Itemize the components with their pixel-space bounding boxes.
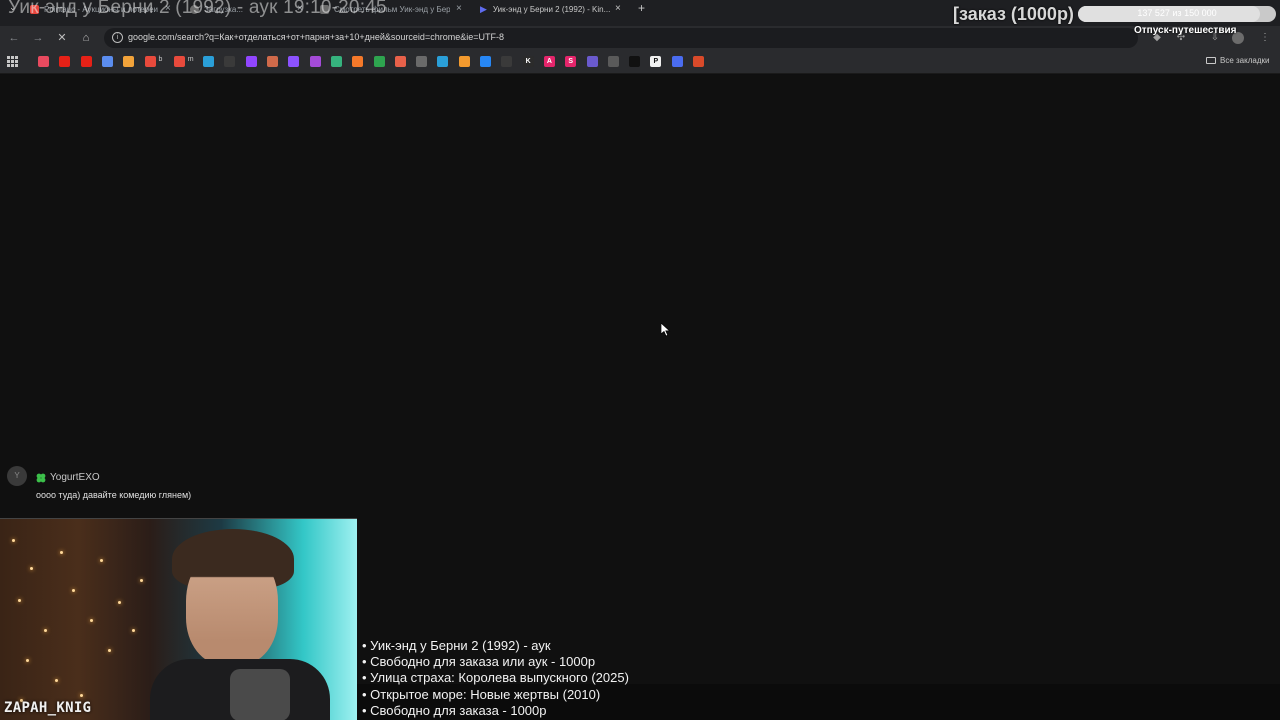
- clover-badge-icon: [36, 473, 46, 483]
- play-icon: ▶: [480, 3, 487, 14]
- youtube-icon[interactable]: [59, 56, 71, 67]
- all-bookmarks-label: Все закладки: [1220, 56, 1270, 65]
- light-dot: [18, 599, 21, 602]
- twitch-icon[interactable]: [245, 56, 257, 67]
- streamer-face: [186, 547, 278, 665]
- browser-toolbar: ← → ✕ ⌂ i google.com/search?q=Как+отдела…: [0, 26, 1280, 50]
- vk-icon[interactable]: [480, 56, 491, 67]
- edge-icon[interactable]: [203, 56, 215, 67]
- k-icon[interactable]: K: [522, 56, 534, 67]
- new-tab-plus-icon[interactable]: +: [638, 1, 645, 15]
- chat-icon[interactable]: [437, 56, 449, 67]
- sheets-icon[interactable]: [373, 56, 385, 67]
- queue-item: • Уик-энд у Берни 2 (1992) - аук: [362, 638, 551, 653]
- back-arrow-icon[interactable]: ←: [6, 30, 22, 46]
- light-dot: [118, 601, 121, 604]
- chat-username: YogurtEXO: [50, 472, 100, 483]
- queue-item: • Свободно для заказа или аук - 1000р: [362, 654, 596, 670]
- play-icon[interactable]: [629, 56, 641, 67]
- light-dot: [100, 559, 103, 562]
- chat-message: оооо туда) давайте комедию глянем): [36, 490, 192, 500]
- folder-icon: [1206, 57, 1216, 64]
- app-icon[interactable]: [101, 56, 113, 67]
- light-dot: [132, 629, 135, 632]
- queue-item: • Свободно для заказа - 1000р: [362, 702, 547, 718]
- s-icon[interactable]: S: [565, 56, 577, 67]
- bookmark-label[interactable]: m: [188, 56, 194, 63]
- a-icon[interactable]: A: [543, 56, 555, 67]
- address-bar[interactable]: i google.com/search?q=Как+отделаться+от+…: [104, 28, 1138, 48]
- all-bookmarks-button[interactable]: Все закладки: [1206, 56, 1269, 65]
- tab-label: Уик-энд у Берни 2 (1992) - Kin...: [492, 4, 610, 14]
- donation-icon[interactable]: [394, 56, 406, 67]
- puzzle-icon[interactable]: [330, 56, 342, 67]
- apps-grid-icon[interactable]: [7, 56, 18, 67]
- webcam-feed: [0, 518, 357, 720]
- envelope-icon[interactable]: [123, 56, 135, 67]
- vk-play-icon[interactable]: [501, 56, 513, 67]
- donation-goal-bar: 137 527 из 150 000: [1078, 6, 1276, 22]
- close-icon[interactable]: ×: [615, 3, 621, 14]
- mail-icon[interactable]: [38, 56, 49, 67]
- home-icon[interactable]: ⌂: [78, 30, 94, 46]
- goal-name: Отпуск-путешествия: [1134, 25, 1237, 36]
- stream-title-overlay: Уик-энд у Берни 2 (1992) - аук 19:10-20:…: [8, 0, 387, 18]
- tab-kinopoisk[interactable]: ▶ Уик-энд у Берни 2 (1992) - Kin...: [480, 0, 610, 18]
- goal-progress-text: 137 527 из 150 000: [1137, 8, 1217, 18]
- order-price-overlay: [заказ (1000р): [953, 4, 1074, 24]
- square-icon[interactable]: [693, 56, 704, 67]
- light-dot: [12, 539, 15, 542]
- calendar-icon[interactable]: [416, 56, 428, 67]
- microphone: [230, 669, 290, 720]
- light-dot: [44, 629, 47, 632]
- p-icon[interactable]: P: [650, 56, 662, 67]
- star-icon[interactable]: [224, 56, 236, 67]
- circle-icon[interactable]: [288, 56, 300, 67]
- blog-icon[interactable]: [309, 56, 321, 67]
- c-icon[interactable]: [671, 56, 683, 67]
- feather-icon[interactable]: [267, 56, 278, 67]
- chat-avatar: Y: [7, 466, 27, 486]
- close-icon[interactable]: ×: [456, 3, 462, 14]
- shield-icon[interactable]: [586, 56, 598, 67]
- gmail-icon[interactable]: [173, 56, 185, 67]
- bookmark-label[interactable]: b: [159, 56, 163, 63]
- light-dot: [90, 619, 93, 622]
- light-dot: [72, 589, 75, 592]
- url-text[interactable]: google.com/search?q=Как+отделаться+от+па…: [128, 32, 504, 42]
- bookmarks-bar: b m KAS P Все закладки: [0, 50, 1280, 74]
- info-icon[interactable]: i: [112, 32, 123, 43]
- streamer-name: ZAPAH_KNIG: [4, 700, 92, 716]
- youtube-music-icon[interactable]: [80, 56, 92, 67]
- light-dot: [140, 579, 143, 582]
- menu-dots-icon[interactable]: ⋮: [1258, 31, 1272, 45]
- queue-item: • Улица страха: Королева выпускного (202…: [362, 670, 629, 686]
- mouse-cursor-icon: [661, 323, 671, 337]
- light-dot: [80, 694, 83, 697]
- light-dot: [55, 679, 58, 682]
- light-dot: [60, 551, 63, 554]
- light-dot: [108, 649, 111, 652]
- odnoklassniki-icon[interactable]: [458, 56, 470, 67]
- stop-loading-icon[interactable]: ✕: [54, 30, 70, 46]
- light-dot: [30, 567, 33, 570]
- gmail-icon[interactable]: [144, 56, 156, 67]
- queue-item: • Открытое море: Новые жертвы (2010): [362, 686, 601, 702]
- globe-icon[interactable]: [607, 56, 619, 67]
- forward-arrow-icon[interactable]: →: [30, 30, 46, 46]
- light-dot: [26, 659, 29, 662]
- boosty-icon[interactable]: [352, 56, 364, 67]
- movie-queue: • Уик-энд у Берни 2 (1992) - аук • Свобо…: [362, 638, 629, 719]
